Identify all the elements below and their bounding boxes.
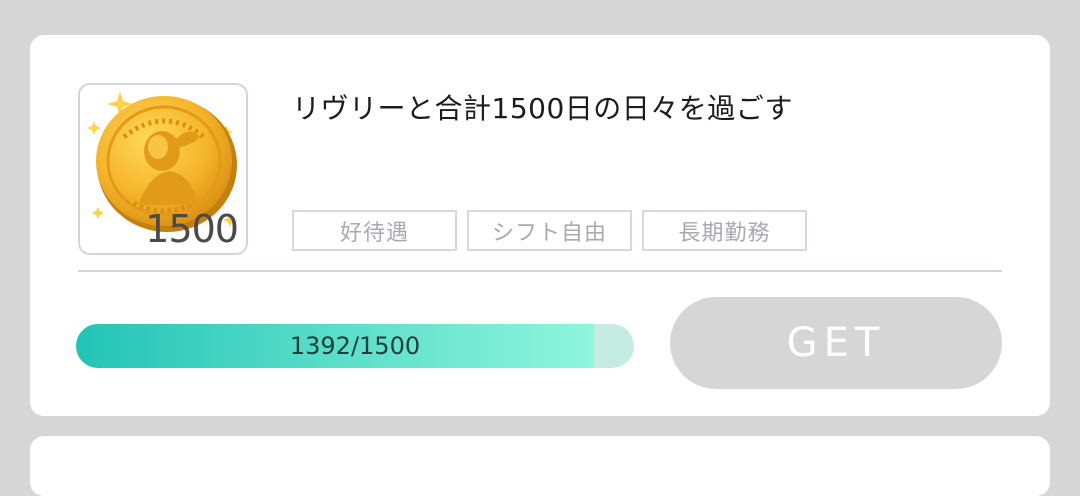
tag-list: 好待遇 シフト自由 長期勤務: [292, 210, 807, 251]
next-achievement-card: [30, 436, 1050, 496]
progress-label: 1392/1500: [289, 332, 421, 360]
tag-item: 長期勤務: [642, 210, 807, 251]
achievement-title: リヴリーと合計1500日の日々を過ごす: [292, 92, 794, 125]
reward-amount: 1500: [145, 207, 239, 251]
divider: [78, 270, 1002, 272]
achievement-card: 1500 リヴリーと合計1500日の日々を過ごす 好待遇 シフト自由 長期勤務 …: [30, 35, 1050, 416]
tag-item: シフト自由: [467, 210, 632, 251]
progress-bar: 1392/1500: [76, 324, 634, 368]
tag-item: 好待遇: [292, 210, 457, 251]
get-button[interactable]: GET: [670, 297, 1002, 389]
reward-icon-box: 1500: [78, 83, 248, 255]
